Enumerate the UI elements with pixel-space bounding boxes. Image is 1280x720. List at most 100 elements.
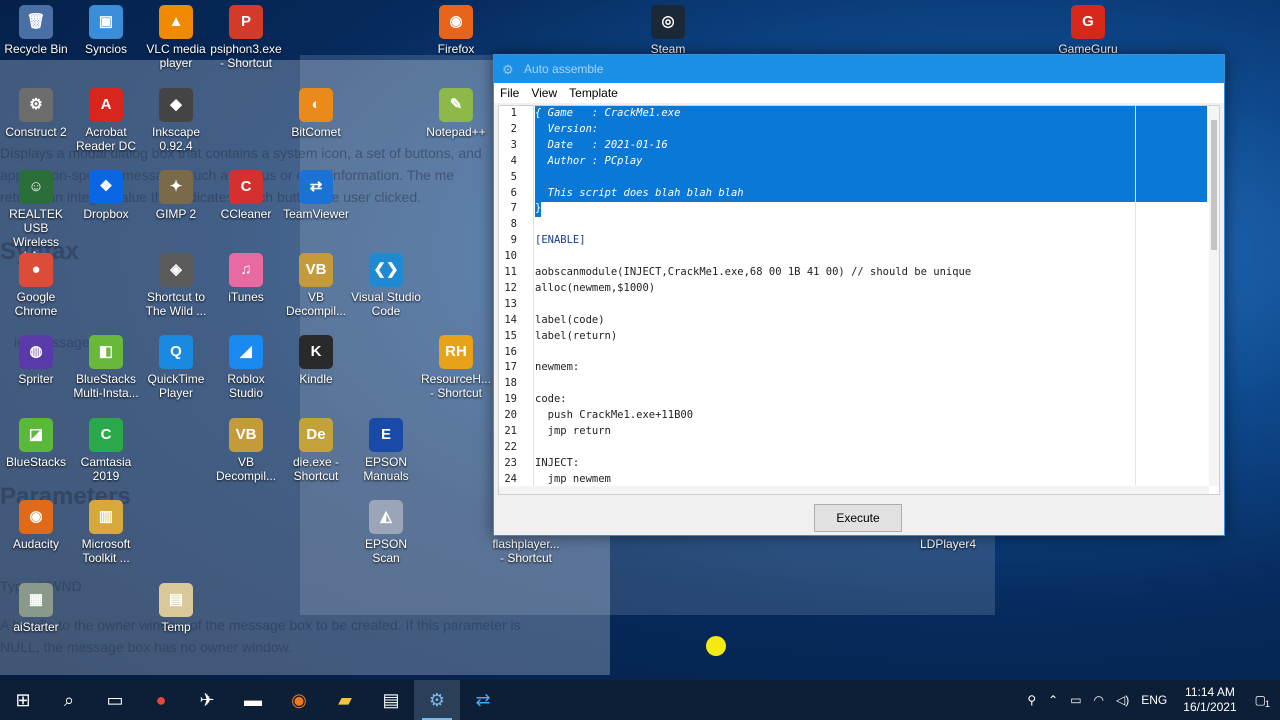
- start-button[interactable]: ⊞: [0, 680, 46, 720]
- desktop-icon-35[interactable]: ◭ EPSON Scan: [350, 500, 422, 565]
- desktop-icon-label: ResourceH... - Shortcut: [420, 372, 492, 400]
- desktop-icon-13[interactable]: ❖ Dropbox: [70, 170, 142, 221]
- window-title: Auto assemble: [524, 62, 604, 76]
- desktop-icon-label: QuickTime Player: [147, 372, 205, 400]
- desktop-app-icon: ◉: [439, 5, 473, 39]
- volume-icon[interactable]: ◁): [1110, 693, 1135, 707]
- notepad-taskbar-icon[interactable]: ▤: [368, 680, 414, 720]
- desktop-app-icon: ◪: [19, 418, 53, 452]
- line-number: 15: [504, 329, 517, 342]
- desktop-icon-21[interactable]: ❮❯ Visual Studio Code: [350, 253, 422, 318]
- desktop-icon-11[interactable]: ✎ Notepad++: [420, 88, 492, 139]
- desktop-icon-1[interactable]: ▣ Syncios: [70, 5, 142, 56]
- desktop-app-icon: C: [89, 418, 123, 452]
- desktop-icon-8[interactable]: A Acrobat Reader DC: [70, 88, 142, 153]
- vertical-scrollbar[interactable]: [1209, 106, 1219, 486]
- desktop-icon-0[interactable]: 🗑 Recycle Bin: [0, 5, 72, 56]
- people-icon[interactable]: ⚲: [1021, 693, 1042, 707]
- terminal-taskbar-icon[interactable]: ▬: [230, 680, 276, 720]
- line-number: 3: [510, 138, 517, 151]
- desktop-icon-7[interactable]: ⚙ Construct 2: [0, 88, 72, 139]
- code-line: jmp return: [535, 425, 611, 437]
- desktop-icon-31[interactable]: De die.exe - Shortcut: [280, 418, 352, 483]
- desktop-icon-4[interactable]: ◉ Firefox: [420, 5, 492, 56]
- chevron-up-icon[interactable]: ⌃: [1042, 693, 1064, 707]
- desktop-icon-5[interactable]: ◎ Steam: [632, 5, 704, 56]
- desktop-icon-label: EPSON Manuals: [363, 455, 409, 483]
- task-view-icon[interactable]: ▭: [92, 680, 138, 720]
- file-explorer-taskbar-icon[interactable]: ▰: [322, 680, 368, 720]
- line-number: 16: [504, 345, 517, 358]
- desktop-icon-39[interactable]: ▤ Temp: [140, 583, 212, 634]
- notification-icon[interactable]: ▢ 1: [1247, 693, 1280, 709]
- desktop-icon-label: Visual Studio Code: [351, 290, 421, 318]
- desktop-icon-label: Syncios: [84, 42, 128, 56]
- desktop-icon-26[interactable]: K Kindle: [280, 335, 352, 386]
- desktop-app-icon: P: [229, 5, 263, 39]
- scrollbar-thumb[interactable]: [1211, 120, 1217, 250]
- ghost-line: A handle to the owner window of the mess…: [0, 617, 521, 633]
- desktop-icon-33[interactable]: ◉ Audacity: [0, 500, 72, 551]
- desktop-icon-15[interactable]: C CCleaner: [210, 170, 282, 221]
- desktop-app-icon: K: [299, 335, 333, 369]
- menu-view[interactable]: View: [525, 86, 563, 100]
- desktop-icon-24[interactable]: Q QuickTime Player: [140, 335, 212, 400]
- desktop-app-icon: A: [89, 88, 123, 122]
- desktop-icon-20[interactable]: VB VB Decompil...: [280, 253, 352, 318]
- desktop-icon-38[interactable]: ▦ aiStarter: [0, 583, 72, 634]
- window-titlebar[interactable]: ⚙ Auto assemble: [494, 55, 1224, 83]
- firefox-taskbar-icon[interactable]: ◉: [276, 680, 322, 720]
- desktop-icon-10[interactable]: ◐ BitComet: [280, 88, 352, 139]
- desktop-icon-label: Microsoft Toolkit ...: [81, 537, 131, 565]
- script-editor[interactable]: 1 2 3 4 5 6 7 8 9 10 11 12 13 14 15 16 17 18 19 20 21 22 23 24 …: [498, 105, 1220, 495]
- execute-button[interactable]: Execute: [814, 504, 902, 532]
- clock[interactable]: 11:14 AM 16/1/2021: [1173, 685, 1246, 715]
- cheat-engine-taskbar-icon[interactable]: ⚙: [414, 680, 460, 720]
- desktop-icon-32[interactable]: E EPSON Manuals: [350, 418, 422, 483]
- line-number: 2: [510, 122, 517, 135]
- desktop-icon-label: flashplayer... - Shortcut: [492, 537, 560, 565]
- desktop-app-icon: ◭: [369, 500, 403, 534]
- menu-bar: File View Template: [494, 83, 1224, 103]
- desktop-icon-19[interactable]: ♫ iTunes: [210, 253, 282, 304]
- desktop-icon-2[interactable]: ▲ VLC media player: [140, 5, 212, 70]
- wifi-icon[interactable]: ◠: [1088, 693, 1110, 707]
- line-number: 23: [504, 456, 517, 469]
- desktop-icon-18[interactable]: ◈ Shortcut to The Wild ...: [140, 253, 212, 318]
- desktop-icon-28[interactable]: ◪ BlueStacks: [0, 418, 72, 469]
- code-line: code:: [535, 393, 567, 406]
- desktop-app-icon: ◆: [159, 88, 193, 122]
- desktop-icon-6[interactable]: G GameGuru: [1052, 5, 1124, 56]
- desktop-icon-17[interactable]: ● Google Chrome: [0, 253, 72, 318]
- desktop-icon-label: Shortcut to The Wild ...: [145, 290, 207, 318]
- desktop-icon-34[interactable]: ▥ Microsoft Toolkit ...: [70, 500, 142, 565]
- desktop-icon-16[interactable]: ⇄ TeamViewer: [280, 170, 352, 221]
- chrome-taskbar-icon[interactable]: ●: [138, 680, 184, 720]
- search-icon[interactable]: ⌕: [46, 680, 92, 720]
- desktop-icon-22[interactable]: ◍ Spriter: [0, 335, 72, 386]
- desktop-icon-29[interactable]: C Camtasia 2019: [70, 418, 142, 483]
- desktop-icon-14[interactable]: ✦ GIMP 2: [140, 170, 212, 221]
- app-bird-taskbar-icon[interactable]: ✈: [184, 680, 230, 720]
- desktop-icon-30[interactable]: VB VB Decompil...: [210, 418, 282, 483]
- desktop-icon-9[interactable]: ◆ Inkscape 0.92.4: [140, 88, 212, 153]
- desktop-icon-12[interactable]: ☺REALTEK USB Wireless LA...: [0, 170, 72, 263]
- line-number: 1: [510, 107, 517, 119]
- desktop-icon-25[interactable]: ◢ Roblox Studio: [210, 335, 282, 400]
- clock-date: 16/1/2021: [1183, 700, 1237, 714]
- desktop-icon-23[interactable]: ◧ BlueStacks Multi-Insta...: [70, 335, 142, 400]
- desktop-icon-27[interactable]: RH ResourceH... - Shortcut: [420, 335, 492, 400]
- desktop-app-icon: ✦: [159, 170, 193, 204]
- language-indicator[interactable]: ENG: [1135, 693, 1173, 707]
- desktop-icon-label: Audacity: [12, 537, 60, 551]
- menu-file[interactable]: File: [494, 86, 525, 100]
- desktop-icon-3[interactable]: Ppsiphon3.exe - Shortcut: [210, 5, 282, 70]
- code-line: This script does blah blah blah: [535, 186, 744, 199]
- menu-template[interactable]: Template: [563, 86, 624, 100]
- battery-icon[interactable]: ▭: [1064, 693, 1087, 707]
- desktop-icon-label: Notepad++: [426, 125, 486, 139]
- desktop-app-icon: ❮❯: [369, 253, 403, 287]
- line-number: 20: [504, 409, 517, 422]
- horizontal-scrollbar[interactable]: [499, 486, 1209, 494]
- teamviewer-taskbar-icon[interactable]: ⇄: [460, 680, 506, 720]
